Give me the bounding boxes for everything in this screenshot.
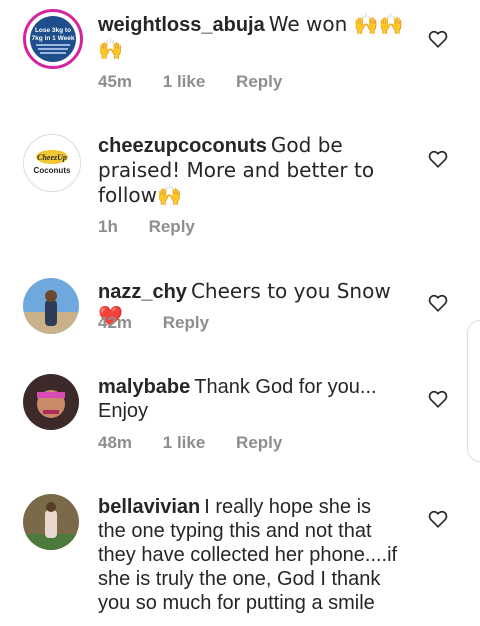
comment-username[interactable]: malybabe [98,376,190,398]
avatar[interactable] [23,278,79,334]
heart-outline-icon[interactable] [428,294,448,312]
comment-username[interactable]: cheezupcoconuts [98,135,267,157]
comment-time: 45m [98,72,133,91]
comment-meta: 1h Reply [98,217,221,237]
svg-text:CheezUp: CheezUp [37,153,67,162]
comment-meta: 48m 1 like Reply [98,433,308,453]
comment-text-block: bellavivian I really hope she is the one … [98,495,398,615]
reply-button[interactable]: Reply [236,433,282,452]
heart-outline-icon[interactable] [428,30,448,48]
comment-text-block: cheezupcoconuts God be praised! More and … [98,133,398,208]
heart-outline-icon[interactable] [428,390,448,408]
heart-outline-icon[interactable] [428,150,448,168]
svg-text:7kg in 1 Week: 7kg in 1 Week [32,35,75,42]
comment-meta: 45m 1 like Reply [98,72,308,92]
comment-time: 48m [98,433,133,452]
comment-username[interactable]: weightloss_abuja [98,14,265,36]
avatar-image [23,278,79,334]
avatar[interactable]: Lose 3kg to 7kg in 1 Week [23,9,83,69]
reply-button[interactable]: Reply [236,72,282,91]
avatar-image [23,374,79,430]
comment-likes[interactable]: 1 like [163,433,206,452]
avatar[interactable]: CheezUp Coconuts [23,134,81,192]
comment-time: 42m [98,313,133,332]
avatar[interactable] [23,374,79,430]
avatar-image [23,494,79,550]
avatar-label: Coconuts [34,166,71,175]
comment-text-block: malybabe Thank God for you... Enjoy [98,375,398,423]
comment-text-block: weightloss_abuja We won 🙌🙌🙌 [98,12,408,62]
comment-username[interactable]: nazz_chy [98,281,187,303]
comment-meta: 42m Reply [98,313,235,333]
comment-likes[interactable]: 1 like [163,72,206,91]
edge-panel-handle[interactable] [467,320,480,462]
reply-button[interactable]: Reply [163,313,209,332]
comment-username[interactable]: bellavivian [98,496,200,518]
heart-outline-icon[interactable] [428,510,448,528]
svg-text:Lose 3kg to: Lose 3kg to [35,27,71,34]
comment-time: 1h [98,217,118,236]
avatar-image: CheezUp Coconuts [24,135,80,191]
avatar-image: Lose 3kg to 7kg in 1 Week [28,14,78,64]
avatar[interactable] [23,494,79,550]
reply-button[interactable]: Reply [149,217,195,236]
